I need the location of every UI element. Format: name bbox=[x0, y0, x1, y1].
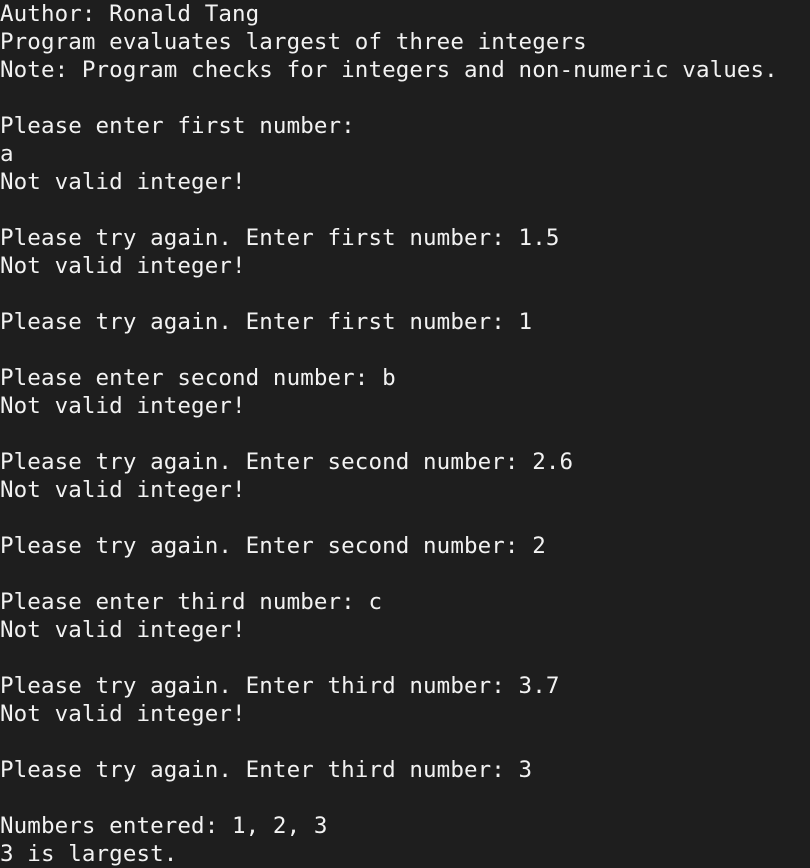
terminal-line: Please enter third number: c bbox=[0, 589, 383, 615]
terminal-line: Not valid integer! bbox=[0, 617, 246, 643]
terminal-line: Not valid integer! bbox=[0, 393, 246, 419]
terminal-output[interactable]: Author: Ronald Tang Program evaluates la… bbox=[0, 0, 810, 868]
terminal-line: Please enter first number: bbox=[0, 113, 355, 139]
terminal-line: Note: Program checks for integers and no… bbox=[0, 57, 778, 83]
terminal-line: Author: Ronald Tang bbox=[0, 1, 260, 27]
terminal-line: Not valid integer! bbox=[0, 253, 246, 279]
terminal-line: Not valid integer! bbox=[0, 701, 246, 727]
terminal-line: Numbers entered: 1, 2, 3 bbox=[0, 813, 328, 839]
terminal-line: Please try again. Enter second number: 2 bbox=[0, 533, 546, 559]
terminal-line: Please try again. Enter third number: 3 bbox=[0, 757, 533, 783]
terminal-line: Please try again. Enter second number: 2… bbox=[0, 449, 574, 475]
terminal-line: a bbox=[0, 141, 14, 167]
terminal-line: Not valid integer! bbox=[0, 477, 246, 503]
terminal-line: Not valid integer! bbox=[0, 169, 246, 195]
terminal-line: Please try again. Enter first number: 1 bbox=[0, 309, 533, 335]
terminal-line: Please try again. Enter third number: 3.… bbox=[0, 673, 560, 699]
terminal-line: Please enter second number: b bbox=[0, 365, 396, 391]
terminal-line: Program evaluates largest of three integ… bbox=[0, 29, 587, 55]
terminal-line: 3 is largest. bbox=[0, 841, 178, 867]
terminal-line: Please try again. Enter first number: 1.… bbox=[0, 225, 560, 251]
